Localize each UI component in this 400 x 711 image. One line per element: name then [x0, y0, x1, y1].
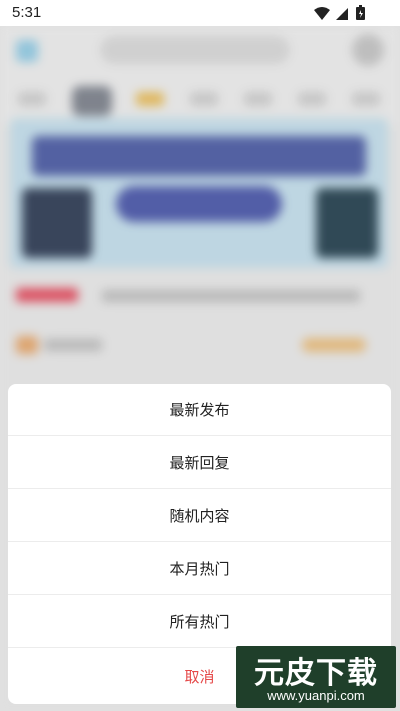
status-icons [314, 5, 365, 20]
battery-icon [356, 5, 365, 20]
signal-icon [336, 8, 348, 20]
sheet-item-all-hot[interactable]: 所有热门 [8, 596, 391, 648]
watermark-url: www.yuanpi.com [267, 688, 365, 703]
sheet-item-month-hot[interactable]: 本月热门 [8, 543, 391, 595]
status-bar: 5:31 [0, 0, 400, 26]
status-time: 5:31 [12, 4, 42, 21]
wifi-icon [314, 7, 330, 20]
sheet-item-random[interactable]: 随机内容 [8, 490, 391, 542]
sheet-item-latest-reply[interactable]: 最新回复 [8, 437, 391, 489]
watermark-title: 元皮下载 [254, 656, 378, 691]
sheet-item-latest-post[interactable]: 最新发布 [8, 384, 391, 436]
watermark-logo: 元皮下载 www.yuanpi.com [236, 646, 396, 708]
